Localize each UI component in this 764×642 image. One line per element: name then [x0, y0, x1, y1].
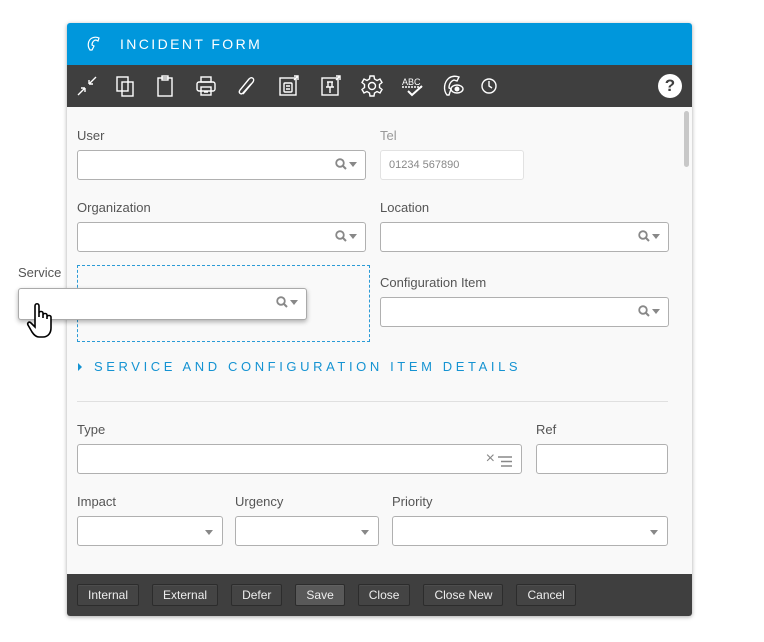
defer-button[interactable]: Defer [231, 584, 283, 606]
service-field-dragging[interactable] [18, 288, 307, 320]
copy-icon[interactable] [111, 72, 139, 100]
chevron-down-icon [650, 530, 658, 535]
section-service-details-toggle[interactable]: SERVICE AND CONFIGURATION ITEM DETAILS [78, 359, 521, 374]
impact-label: Impact [77, 494, 117, 509]
configuration-item-label: Configuration Item [380, 275, 487, 290]
ref-field[interactable] [536, 444, 668, 474]
tel-label: Tel [380, 128, 397, 143]
user-label: User [77, 128, 105, 143]
organization-field[interactable] [77, 222, 366, 252]
configuration-item-field[interactable] [380, 297, 669, 327]
form-body: User Tel 01234 567890 Organization Locat… [67, 107, 692, 574]
attach-icon[interactable] [233, 72, 261, 100]
organization-label: Organization [77, 200, 151, 215]
service-label: Service [18, 265, 62, 280]
urgency-select[interactable] [235, 516, 379, 546]
settings-icon[interactable] [358, 72, 386, 100]
save-button[interactable]: Save [295, 584, 345, 606]
chevron-down-icon [205, 530, 213, 535]
section-title: SERVICE AND CONFIGURATION ITEM DETAILS [94, 359, 522, 374]
print-icon[interactable] [192, 72, 220, 100]
location-label: Location [380, 200, 430, 215]
pin-export-icon[interactable] [317, 72, 345, 100]
hand-cursor-icon [26, 302, 58, 345]
expand-triangle-icon [78, 362, 82, 371]
impact-select[interactable] [77, 516, 223, 546]
external-button[interactable]: External [152, 584, 219, 606]
svg-text:ABC: ABC [402, 77, 421, 87]
clock-icon[interactable] [475, 72, 503, 100]
help-button[interactable]: ? [658, 74, 682, 98]
search-dropdown-icon[interactable] [638, 230, 660, 242]
section-divider [77, 401, 668, 402]
phone-icon [83, 33, 105, 55]
spellcheck-icon[interactable]: ABC [399, 72, 427, 100]
urgency-label: Urgency [235, 494, 284, 509]
priority-select[interactable] [392, 516, 668, 546]
title-bar: INCIDENT FORM [67, 23, 692, 65]
window-title: INCIDENT FORM [120, 36, 263, 52]
cancel-button[interactable]: Cancel [516, 584, 576, 606]
toolbar: ABC ? [67, 65, 692, 107]
type-field[interactable]: × [77, 444, 522, 474]
priority-label: Priority [392, 494, 433, 509]
chevron-down-icon [361, 530, 369, 535]
footer-actions: Internal External Defer Save Close Close… [67, 574, 692, 616]
collapse-icon[interactable] [73, 72, 101, 100]
clipboard-icon[interactable] [151, 72, 179, 100]
search-dropdown-icon[interactable] [638, 305, 660, 317]
internal-button[interactable]: Internal [77, 584, 140, 606]
watch-call-icon[interactable] [439, 72, 467, 100]
close-new-button[interactable]: Close New [423, 584, 504, 606]
type-label: Type [77, 422, 106, 437]
ref-label: Ref [536, 422, 557, 437]
scrollbar[interactable] [684, 111, 689, 167]
search-dropdown-icon[interactable] [335, 230, 357, 242]
close-button[interactable]: Close [357, 584, 411, 606]
search-dropdown-icon[interactable] [335, 158, 357, 170]
location-field[interactable] [380, 222, 669, 252]
tel-field: 01234 567890 [380, 150, 524, 180]
clear-icon[interactable]: × [486, 450, 495, 468]
export-form-icon[interactable] [275, 72, 303, 100]
search-dropdown-icon[interactable] [276, 296, 298, 308]
list-icon[interactable] [497, 454, 513, 472]
user-field[interactable] [77, 150, 366, 180]
